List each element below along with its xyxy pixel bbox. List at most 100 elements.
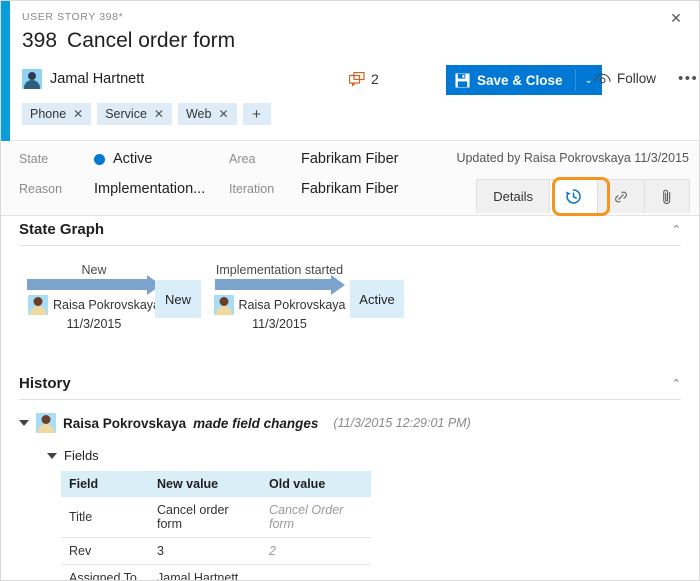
eye-icon xyxy=(594,73,611,85)
work-item-title-row: 398 Cancel order form xyxy=(22,29,235,53)
cell-old-value xyxy=(261,565,371,581)
link-icon xyxy=(612,188,630,206)
state-node-active: Active xyxy=(350,280,404,318)
column-header-old-value: Old value xyxy=(261,471,371,497)
history-fields-label: Fields xyxy=(64,448,99,463)
tag-label: Service xyxy=(105,107,147,121)
transition-date: 11/3/2015 xyxy=(252,317,307,331)
transition-label: New xyxy=(81,263,106,277)
tag-list: Phone ✕ Service ✕ Web ✕ + xyxy=(22,103,271,125)
field-iteration-value[interactable]: Fabrikam Fiber xyxy=(301,181,399,197)
work-item-type-label: USER STORY 398* xyxy=(22,11,123,23)
state-status-dot xyxy=(94,154,105,165)
updated-by-text: Updated by Raisa Pokrovskaya 11/3/2015 xyxy=(456,151,689,165)
field-area-label: Area xyxy=(229,152,301,166)
tag-chip[interactable]: Web ✕ xyxy=(178,103,237,125)
avatar xyxy=(214,295,234,315)
field-area-value[interactable]: Fabrikam Fiber xyxy=(301,151,399,167)
tab-links[interactable] xyxy=(598,180,645,213)
field-iteration-label: Iteration xyxy=(229,182,301,196)
history-entry[interactable]: Raisa Pokrovskaya made field changes (11… xyxy=(19,413,471,433)
form-tab-strip: Details xyxy=(476,179,690,213)
expand-triangle-icon[interactable] xyxy=(47,453,57,459)
transition-person: Raisa Pokrovskaya xyxy=(214,295,346,315)
history-entry-action: made field changes xyxy=(193,416,318,431)
tag-label: Web xyxy=(186,107,211,121)
table-row: Rev 3 2 xyxy=(61,538,371,565)
state-node-label: Active xyxy=(359,292,394,307)
cell-new-value: 3 xyxy=(149,538,261,565)
arrow-icon xyxy=(215,279,345,290)
chevron-up-icon[interactable]: ⌃ xyxy=(672,225,681,238)
cell-new-value: Jamal Hartnett xyxy=(149,565,261,581)
transition-person: Raisa Pokrovskaya xyxy=(28,295,160,315)
cell-old-value: 2 xyxy=(261,538,371,565)
field-reason: Reason Implementation... xyxy=(19,181,205,197)
avatar xyxy=(36,413,56,433)
save-and-close-button[interactable]: Save & Close ⌄ xyxy=(446,65,602,95)
assigned-to-name: Jamal Hartnett xyxy=(50,71,144,87)
state-node-label: New xyxy=(165,292,191,307)
tab-details[interactable]: Details xyxy=(477,180,550,213)
save-and-close-label: Save & Close xyxy=(477,73,563,88)
discussion-count: 2 xyxy=(371,71,379,87)
work-item-form-window: USER STORY 398* ✕ 398 Cancel order form … xyxy=(0,0,700,581)
tab-attachments[interactable] xyxy=(645,180,689,213)
field-reason-label: Reason xyxy=(19,182,94,196)
field-iteration: Iteration Fabrikam Fiber xyxy=(229,181,399,197)
state-transition: Implementation started Raisa Pokrovskaya… xyxy=(207,263,352,331)
state-transition: New Raisa Pokrovskaya 11/3/2015 xyxy=(19,263,169,331)
more-actions-icon[interactable]: ••• xyxy=(678,70,698,87)
state-graph-title: State Graph xyxy=(19,221,104,238)
field-state-label: State xyxy=(19,152,94,166)
field-state-value[interactable]: Active xyxy=(113,151,153,167)
tag-remove-icon[interactable]: ✕ xyxy=(73,107,83,121)
tab-details-label: Details xyxy=(493,189,533,204)
tag-chip[interactable]: Phone ✕ xyxy=(22,103,91,125)
history-entry-timestamp: (11/3/2015 12:29:01 PM) xyxy=(333,416,470,430)
transition-date: 11/3/2015 xyxy=(67,317,122,331)
cell-new-value: Cancel order form xyxy=(149,497,261,538)
avatar xyxy=(22,69,42,89)
cell-old-value: Cancel Order form xyxy=(261,497,371,538)
history-clock-icon xyxy=(564,187,583,206)
history-fields-group[interactable]: Fields xyxy=(47,448,99,463)
history-section-header: History ⌃ xyxy=(19,375,681,400)
discussion-count-button[interactable]: 2 xyxy=(349,71,379,87)
history-entry-person: Raisa Pokrovskaya xyxy=(63,416,186,431)
field-reason-value[interactable]: Implementation... xyxy=(94,181,205,197)
cell-field: Title xyxy=(61,497,149,538)
field-state: State Active xyxy=(19,151,153,167)
table-row: Assigned To Jamal Hartnett xyxy=(61,565,371,581)
cell-field: Rev xyxy=(61,538,149,565)
state-node-new: New xyxy=(155,280,201,318)
tag-chip[interactable]: Service ✕ xyxy=(97,103,172,125)
column-header-new-value: New value xyxy=(149,471,261,497)
history-changes-table: Field New value Old value Title Cancel o… xyxy=(61,471,371,581)
assigned-to-row[interactable]: Jamal Hartnett xyxy=(22,69,144,89)
follow-button[interactable]: Follow xyxy=(594,71,656,86)
arrow-icon xyxy=(27,279,161,290)
close-icon[interactable]: ✕ xyxy=(661,5,691,31)
add-tag-button[interactable]: + xyxy=(243,103,271,125)
follow-label: Follow xyxy=(617,71,656,86)
transition-person-name: Raisa Pokrovskaya xyxy=(53,298,160,312)
work-item-title[interactable]: Cancel order form xyxy=(67,29,235,53)
paperclip-icon xyxy=(659,188,675,206)
avatar xyxy=(28,295,48,315)
expand-triangle-icon[interactable] xyxy=(19,420,29,426)
tag-remove-icon[interactable]: ✕ xyxy=(154,107,164,121)
cell-field: Assigned To xyxy=(61,565,149,581)
tag-remove-icon[interactable]: ✕ xyxy=(218,107,228,121)
table-row: Title Cancel order form Cancel Order for… xyxy=(61,497,371,538)
transition-label: Implementation started xyxy=(216,263,343,277)
chevron-up-icon[interactable]: ⌃ xyxy=(672,379,681,392)
column-header-field: Field xyxy=(61,471,149,497)
state-graph-section-header: State Graph ⌃ xyxy=(19,221,681,246)
tag-label: Phone xyxy=(30,107,66,121)
table-header-row: Field New value Old value xyxy=(61,471,371,497)
work-item-header: USER STORY 398* ✕ 398 Cancel order form … xyxy=(10,1,699,141)
save-disk-icon xyxy=(455,73,470,88)
comment-icon xyxy=(349,72,365,87)
tab-history[interactable] xyxy=(550,180,598,213)
